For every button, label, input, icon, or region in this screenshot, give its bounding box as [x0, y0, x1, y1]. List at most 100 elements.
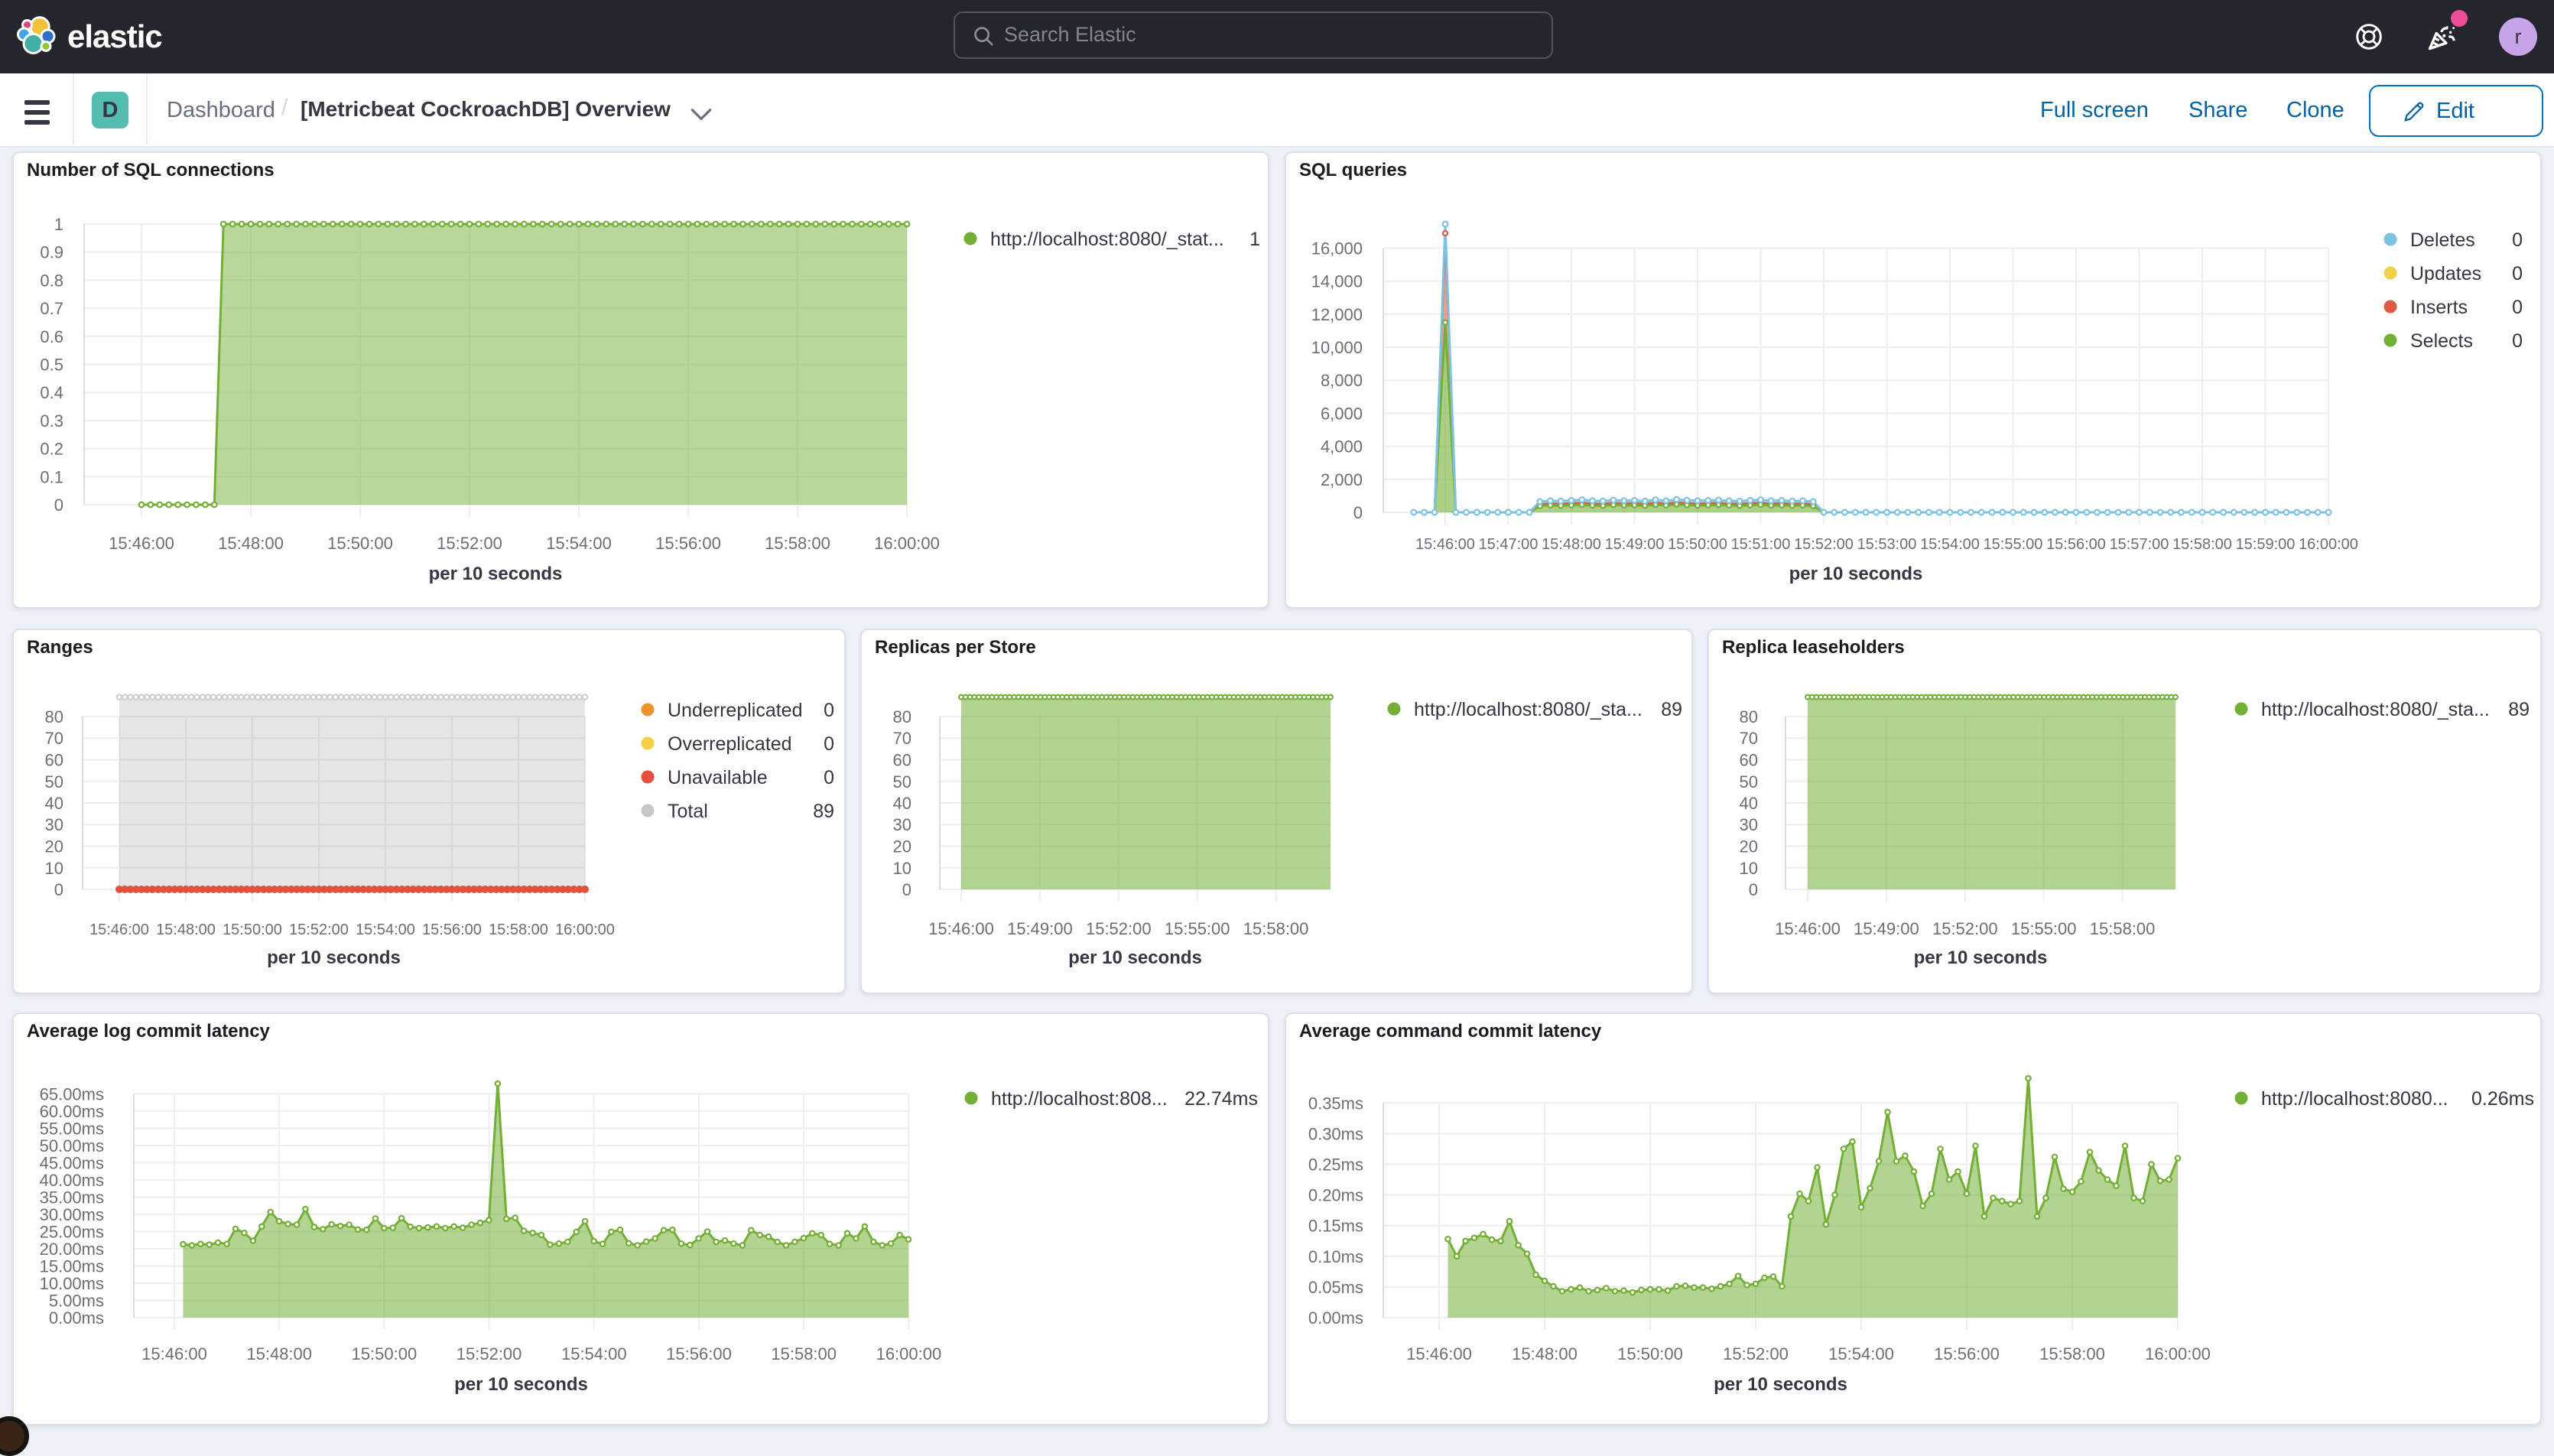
svg-text:0.26ms: 0.26ms: [2471, 1088, 2534, 1110]
svg-text:0.9: 0.9: [40, 243, 63, 262]
svg-text:10: 10: [45, 859, 63, 878]
svg-text:40: 40: [45, 794, 63, 813]
svg-text:15:50:00: 15:50:00: [1668, 536, 1727, 553]
svg-text:15.00ms: 15.00ms: [40, 1257, 104, 1276]
svg-text:30: 30: [45, 815, 63, 834]
svg-text:80: 80: [1740, 707, 1758, 726]
svg-text:15:54:00: 15:54:00: [1828, 1344, 1894, 1363]
svg-text:14,000: 14,000: [1311, 272, 1363, 291]
svg-text:6,000: 6,000: [1321, 404, 1363, 423]
svg-text:65.00ms: 65.00ms: [40, 1085, 104, 1104]
svg-text:Average log commit latency: Average log commit latency: [27, 1021, 271, 1042]
svg-text:15:54:00: 15:54:00: [546, 534, 612, 553]
svg-text:15:58:00: 15:58:00: [489, 921, 548, 938]
svg-text:10.00ms: 10.00ms: [40, 1274, 104, 1293]
svg-text:Inserts: Inserts: [2410, 297, 2468, 318]
svg-text:0.25ms: 0.25ms: [1308, 1155, 1363, 1175]
svg-text:15:46:00: 15:46:00: [141, 1344, 207, 1363]
svg-text:15:52:00: 15:52:00: [1932, 919, 1998, 938]
svg-text:15:50:00: 15:50:00: [223, 921, 282, 938]
svg-text:http://localhost:8080...: http://localhost:8080...: [2261, 1088, 2448, 1110]
svg-text:70: 70: [45, 729, 63, 748]
svg-text:15:58:00: 15:58:00: [2172, 536, 2232, 553]
svg-text:15:56:00: 15:56:00: [422, 921, 482, 938]
svg-text:50: 50: [893, 772, 911, 791]
svg-text:15:54:00: 15:54:00: [561, 1344, 627, 1363]
svg-text:http://localhost:8080/_sta...: http://localhost:8080/_sta...: [1414, 699, 1643, 720]
svg-text:15:52:00: 15:52:00: [1723, 1344, 1789, 1363]
svg-text:70: 70: [893, 729, 911, 748]
svg-text:4,000: 4,000: [1321, 437, 1363, 457]
svg-text:0.35ms: 0.35ms: [1308, 1094, 1363, 1113]
svg-text:1: 1: [54, 215, 63, 234]
svg-text:http://localhost:8080/_sta...: http://localhost:8080/_sta...: [2261, 699, 2490, 720]
svg-text:Ranges: Ranges: [27, 637, 93, 658]
svg-text:Replica leaseholders: Replica leaseholders: [1722, 637, 1905, 658]
svg-text:16,000: 16,000: [1311, 239, 1363, 258]
svg-text:60.00ms: 60.00ms: [40, 1102, 104, 1121]
svg-text:per 10 seconds: per 10 seconds: [267, 947, 401, 968]
svg-text:0: 0: [1749, 880, 1758, 899]
svg-text:15:46:00: 15:46:00: [1415, 536, 1475, 553]
svg-text:http://localhost:8080/_stat...: http://localhost:8080/_stat...: [990, 229, 1224, 250]
svg-text:25.00ms: 25.00ms: [40, 1223, 104, 1242]
svg-text:15:46:00: 15:46:00: [928, 919, 994, 938]
svg-text:15:46:00: 15:46:00: [1775, 919, 1841, 938]
svg-text:15:48:00: 15:48:00: [156, 921, 216, 938]
svg-text:0: 0: [2512, 263, 2523, 284]
svg-text:per 10 seconds: per 10 seconds: [454, 1374, 588, 1395]
svg-text:0.6: 0.6: [40, 327, 63, 346]
svg-text:0.1: 0.1: [40, 467, 63, 486]
svg-text:15:59:00: 15:59:00: [2236, 536, 2296, 553]
svg-text:15:56:00: 15:56:00: [1934, 1344, 2000, 1363]
svg-text:15:48:00: 15:48:00: [1512, 1344, 1578, 1363]
svg-text:0.05ms: 0.05ms: [1308, 1278, 1363, 1297]
svg-text:15:55:00: 15:55:00: [1984, 536, 2043, 553]
svg-text:15:48:00: 15:48:00: [218, 534, 284, 553]
svg-text:40: 40: [1740, 794, 1758, 813]
svg-text:15:49:00: 15:49:00: [1605, 536, 1665, 553]
svg-text:10,000: 10,000: [1311, 338, 1363, 357]
svg-text:15:54:00: 15:54:00: [1920, 536, 1980, 553]
svg-text:8,000: 8,000: [1321, 371, 1363, 390]
svg-text:45.00ms: 45.00ms: [40, 1154, 104, 1173]
svg-text:15:53:00: 15:53:00: [1857, 536, 1917, 553]
svg-text:0.20ms: 0.20ms: [1308, 1186, 1363, 1205]
svg-text:0.3: 0.3: [40, 411, 63, 431]
svg-text:89: 89: [1661, 699, 1682, 720]
svg-text:20: 20: [893, 837, 911, 856]
svg-text:0: 0: [902, 880, 911, 899]
svg-text:0: 0: [824, 733, 834, 755]
svg-text:0.00ms: 0.00ms: [49, 1308, 104, 1328]
svg-text:5.00ms: 5.00ms: [49, 1292, 104, 1311]
svg-text:60: 60: [45, 751, 63, 770]
svg-text:16:00:00: 16:00:00: [555, 921, 615, 938]
svg-text:Deletes: Deletes: [2410, 229, 2475, 251]
svg-text:15:46:00: 15:46:00: [89, 921, 149, 938]
svg-text:15:58:00: 15:58:00: [765, 534, 830, 553]
svg-text:15:50:00: 15:50:00: [327, 534, 393, 553]
svg-text:SQL queries: SQL queries: [1299, 160, 1407, 180]
svg-text:0.00ms: 0.00ms: [1308, 1308, 1363, 1328]
svg-text:Underreplicated: Underreplicated: [668, 700, 803, 721]
svg-text:per 10 seconds: per 10 seconds: [1914, 947, 2048, 968]
svg-text:15:58:00: 15:58:00: [771, 1344, 837, 1363]
svg-text:0: 0: [54, 880, 63, 899]
svg-text:0.30ms: 0.30ms: [1308, 1124, 1363, 1143]
svg-text:0: 0: [824, 700, 834, 721]
svg-text:15:48:00: 15:48:00: [1542, 536, 1601, 553]
svg-text:Replicas per Store: Replicas per Store: [875, 637, 1036, 658]
svg-text:20: 20: [1740, 837, 1758, 856]
svg-text:16:00:00: 16:00:00: [874, 534, 940, 553]
svg-text:15:56:00: 15:56:00: [655, 534, 721, 553]
svg-text:15:51:00: 15:51:00: [1731, 536, 1791, 553]
svg-text:0: 0: [54, 496, 63, 515]
svg-text:Unavailable: Unavailable: [668, 767, 768, 788]
svg-text:per 10 seconds: per 10 seconds: [429, 564, 563, 584]
svg-text:70: 70: [1740, 729, 1758, 748]
svg-text:22.74ms: 22.74ms: [1184, 1088, 1258, 1110]
svg-text:30.00ms: 30.00ms: [40, 1205, 104, 1224]
svg-text:2,000: 2,000: [1321, 470, 1363, 489]
svg-text:55.00ms: 55.00ms: [40, 1120, 104, 1139]
svg-text:15:49:00: 15:49:00: [1854, 919, 1919, 938]
